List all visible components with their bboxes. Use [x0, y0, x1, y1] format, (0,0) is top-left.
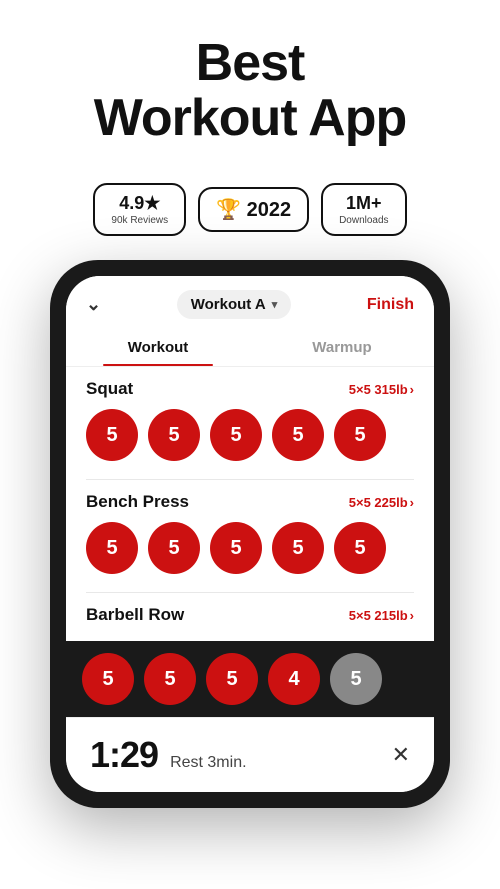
badge-award-main: 🏆 2022 [216, 197, 291, 222]
bottom-set-3[interactable]: 5 [206, 653, 258, 705]
selector-arrow-icon: ▾ [272, 298, 278, 311]
exercise-name-squat: Squat [86, 379, 133, 399]
exercise-name-benchpress: Bench Press [86, 492, 189, 512]
exercise-detail-barbellrow[interactable]: 5×5 215lb › [349, 608, 414, 623]
chevron-right-icon: › [410, 382, 414, 397]
exercise-name-barbellrow: Barbell Row [86, 605, 184, 625]
workout-selector[interactable]: Workout A ▾ [177, 290, 292, 319]
exercise-row-benchpress: Bench Press 5×5 225lb › 5 5 5 5 5 [66, 480, 434, 592]
exercise-detail-benchpress[interactable]: 5×5 225lb › [349, 495, 414, 510]
badge-rating-sub: 90k Reviews [111, 215, 168, 226]
benchpress-set-circles: 5 5 5 5 5 [86, 522, 414, 586]
squat-set-4[interactable]: 5 [272, 409, 324, 461]
chevron-right-icon-2: › [410, 495, 414, 510]
exercise-header-barbellrow: Barbell Row 5×5 215lb › [86, 605, 414, 625]
benchpress-set-1[interactable]: 5 [86, 522, 138, 574]
exercise-detail-squat[interactable]: 5×5 315lb › [349, 382, 414, 397]
bottom-set-1[interactable]: 5 [82, 653, 134, 705]
exercise-row-barbellrow: Barbell Row 5×5 215lb › [66, 593, 434, 641]
squat-set-5[interactable]: 5 [334, 409, 386, 461]
tab-warmup[interactable]: Warmup [250, 329, 434, 366]
bottom-set-circles: 5 5 5 4 5 [82, 653, 418, 705]
badge-downloads-sub: Downloads [339, 215, 388, 226]
header-section: Best Workout App [0, 0, 500, 165]
bottom-bar: 5 5 5 4 5 [66, 641, 434, 717]
timer-time: 1:29 [90, 734, 158, 776]
badge-award: 🏆 2022 [198, 187, 309, 232]
exercise-header-benchpress: Bench Press 5×5 225lb › [86, 492, 414, 512]
squat-set-3[interactable]: 5 [210, 409, 262, 461]
badges-row: 4.9★ 90k Reviews 🏆 2022 1M+ Downloads [0, 183, 500, 236]
screen-header: ⌄ Workout A ▾ Finish [66, 276, 434, 329]
bottom-set-4[interactable]: 4 [268, 653, 320, 705]
squat-set-circles: 5 5 5 5 5 [86, 409, 414, 473]
benchpress-set-5[interactable]: 5 [334, 522, 386, 574]
timer-display: 1:29 Rest 3min. [90, 734, 247, 776]
finish-button[interactable]: Finish [367, 296, 414, 314]
badge-rating-main: 4.9★ [119, 193, 160, 214]
badge-downloads: 1M+ Downloads [321, 183, 406, 236]
phone-screen: ⌄ Workout A ▾ Finish Workout Warmup [66, 276, 434, 792]
bottom-set-5[interactable]: 5 [330, 653, 382, 705]
benchpress-set-2[interactable]: 5 [148, 522, 200, 574]
app-title: Best Workout App [20, 36, 480, 145]
squat-set-2[interactable]: 5 [148, 409, 200, 461]
bottom-set-2[interactable]: 5 [144, 653, 196, 705]
phone-frame: ⌄ Workout A ▾ Finish Workout Warmup [50, 260, 450, 808]
badge-downloads-main: 1M+ [346, 193, 382, 214]
close-icon[interactable]: ✕ [392, 742, 410, 768]
timer-bar: 1:29 Rest 3min. ✕ [66, 717, 434, 792]
chevron-down-icon[interactable]: ⌄ [86, 294, 101, 315]
workout-selector-label: Workout A [191, 296, 266, 313]
chevron-right-icon-3: › [410, 608, 414, 623]
tabs-row: Workout Warmup [66, 329, 434, 367]
badge-rating: 4.9★ 90k Reviews [93, 183, 186, 236]
benchpress-set-3[interactable]: 5 [210, 522, 262, 574]
phone-wrapper: ⌄ Workout A ▾ Finish Workout Warmup [0, 260, 500, 808]
tab-workout[interactable]: Workout [66, 329, 250, 366]
benchpress-set-4[interactable]: 5 [272, 522, 324, 574]
squat-set-1[interactable]: 5 [86, 409, 138, 461]
timer-label: Rest 3min. [170, 754, 246, 772]
exercise-row-squat: Squat 5×5 315lb › 5 5 5 5 5 [66, 367, 434, 479]
exercise-header-squat: Squat 5×5 315lb › [86, 379, 414, 399]
